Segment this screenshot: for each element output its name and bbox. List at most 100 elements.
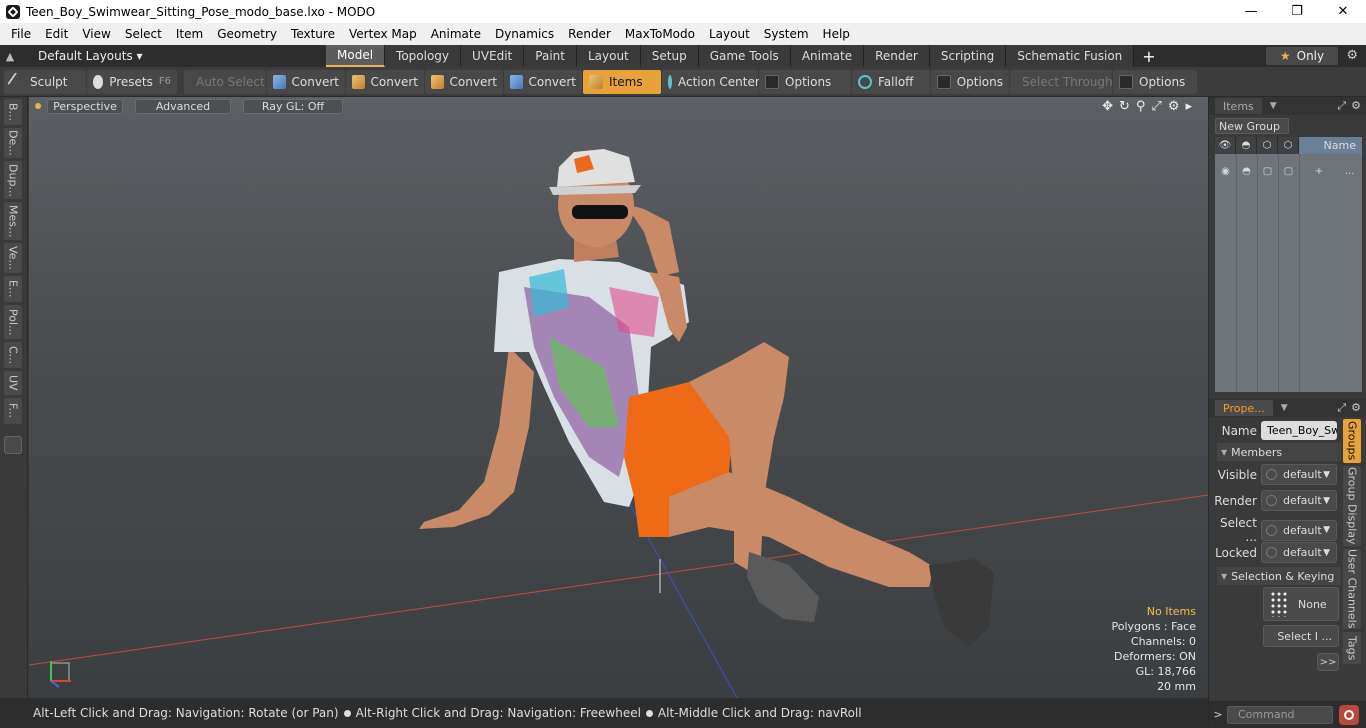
shading-dropdown[interactable]: Advanced	[135, 98, 231, 114]
menu-dynamics[interactable]: Dynamics	[488, 27, 561, 41]
menu-layout[interactable]: Layout	[702, 27, 757, 41]
menu-edit[interactable]: Edit	[38, 27, 75, 41]
command-input[interactable]: Command	[1227, 705, 1333, 724]
vtab-mesh-edit[interactable]: Mes...	[4, 202, 22, 240]
record-icon[interactable]	[1339, 704, 1359, 725]
new-group-button[interactable]: New Group	[1215, 118, 1289, 134]
members-section[interactable]: ▼ Members	[1217, 443, 1341, 461]
maximize-button[interactable]: ❐	[1274, 0, 1320, 23]
gear-icon[interactable]: ⚙	[1346, 48, 1358, 63]
tab-uvedit[interactable]: UVEdit	[461, 45, 525, 67]
tab-tags[interactable]: Tags	[1343, 632, 1361, 664]
tab-scripting[interactable]: Scripting	[929, 45, 1007, 67]
3d-viewport[interactable]: Perspective Advanced Ray GL: Off ✥ ↻ ⚲ ⤢…	[29, 97, 1208, 698]
menu-render[interactable]: Render	[561, 27, 618, 41]
locked-select[interactable]: default ▼	[1261, 542, 1337, 563]
tab-animate[interactable]: Animate	[790, 45, 865, 67]
menu-system[interactable]: System	[757, 27, 816, 41]
list-item[interactable]: ◉ ◓ ▢ ▢ + ...	[1215, 157, 1362, 185]
raygl-toggle[interactable]: Ray GL: Off	[243, 98, 343, 114]
tab-schematic-fusion[interactable]: Schematic Fusion	[1006, 45, 1135, 67]
menu-help[interactable]: Help	[816, 27, 857, 41]
visibility-eye-icon[interactable]: ◉	[1215, 166, 1236, 177]
panel-settings-icon[interactable]: ⚙	[1351, 401, 1361, 415]
add-tab-button[interactable]: +	[1134, 45, 1163, 67]
zoom-view-icon[interactable]: ⚲	[1136, 99, 1146, 114]
tab-setup[interactable]: Setup	[640, 45, 699, 67]
select-through-button[interactable]: Select Through	[1010, 69, 1113, 94]
vtab-fusion[interactable]: F...	[4, 398, 22, 424]
vtab-deform[interactable]: De...	[4, 128, 22, 158]
tab-paint[interactable]: Paint	[524, 45, 577, 67]
tab-user-channels[interactable]: User Channels	[1343, 549, 1361, 629]
panel-settings-icon[interactable]: ⚙	[1351, 99, 1361, 113]
close-button[interactable]: ✕	[1320, 0, 1366, 23]
vtab-basic[interactable]: B...	[4, 99, 22, 125]
items-tab[interactable]: Items	[1215, 98, 1262, 114]
vtab-uv[interactable]: UV	[4, 371, 22, 395]
groups-list[interactable]: 👁 ◓ ⬡ ⬡ Name ◉ ◓ ▢ ▢ + ...	[1215, 137, 1362, 392]
group-name-field[interactable]: Teen_Boy_Sw	[1261, 421, 1337, 440]
action-options-button[interactable]: Options	[759, 69, 851, 94]
falloff-options-button[interactable]: Options	[931, 69, 1009, 94]
lock-icon[interactable]: ⬡	[1257, 137, 1278, 154]
more-button[interactable]: >>	[1317, 653, 1339, 671]
eye-icon[interactable]: 👁	[1215, 137, 1236, 154]
menu-item[interactable]: Item	[169, 27, 210, 41]
move-view-icon[interactable]: ✥	[1102, 99, 1113, 114]
expand-arrow-icon[interactable]: ▸	[1185, 99, 1192, 114]
tab-game-tools[interactable]: Game Tools	[698, 45, 791, 67]
select-toggle-icon[interactable]: ▢	[1278, 166, 1299, 177]
lock-toggle-icon[interactable]: ▢	[1257, 166, 1278, 177]
tab-topology[interactable]: Topology	[385, 45, 462, 67]
convert-vertices-button[interactable]: Convert	[267, 69, 345, 94]
properties-tab[interactable]: Prope...	[1215, 400, 1273, 416]
visible-select[interactable]: default ▼	[1261, 464, 1337, 485]
select-icon[interactable]: ⬡	[1278, 137, 1299, 154]
viewport-settings-icon[interactable]: ⚙	[1168, 99, 1180, 114]
pin-icon[interactable]: ▲	[0, 50, 20, 63]
maximize-panel-icon[interactable]: ⤢	[1337, 99, 1346, 113]
select-items-button[interactable]: Select I ...	[1263, 625, 1339, 647]
falloff-button[interactable]: Falloff	[852, 69, 930, 94]
tab-layout[interactable]: Layout	[576, 45, 641, 67]
auto-select-button[interactable]: Auto Select	[184, 69, 266, 94]
menu-texture[interactable]: Texture	[284, 27, 342, 41]
select-options-button[interactable]: Options	[1113, 69, 1197, 94]
tab-render[interactable]: Render	[864, 45, 930, 67]
fit-view-icon[interactable]: ⤢	[1151, 99, 1161, 114]
more-icon[interactable]: ...	[1339, 166, 1360, 177]
perspective-dropdown[interactable]: Perspective	[47, 98, 123, 114]
minimize-button[interactable]: —	[1228, 0, 1274, 23]
render-icon[interactable]: ◓	[1236, 137, 1257, 154]
presets-button[interactable]: Presets F6	[87, 69, 177, 94]
vtab-curve[interactable]: C...	[4, 342, 22, 368]
vtab-vertex[interactable]: Ve...	[4, 243, 22, 273]
menu-view[interactable]: View	[75, 27, 117, 41]
add-item-icon[interactable]: +	[1299, 166, 1339, 177]
menu-geometry[interactable]: Geometry	[210, 27, 284, 41]
viewport-menu-dot[interactable]	[35, 103, 41, 109]
only-toggle[interactable]: ★ Only	[1266, 47, 1338, 65]
default-layouts-dropdown[interactable]: Default Layouts ▾	[20, 49, 143, 63]
menu-maxtomodo[interactable]: MaxToModo	[618, 27, 702, 41]
convert-polygons-button[interactable]: Convert	[425, 69, 503, 94]
items-mode-button[interactable]: Items	[583, 69, 661, 94]
strip-toggle-button[interactable]	[4, 436, 22, 454]
name-column-header[interactable]: Name	[1299, 137, 1362, 154]
menu-vertex-map[interactable]: Vertex Map	[342, 27, 424, 41]
tab-group-display[interactable]: Group Display	[1343, 466, 1361, 546]
render-toggle-icon[interactable]: ◓	[1236, 166, 1257, 177]
menu-animate[interactable]: Animate	[424, 27, 488, 41]
chevron-down-icon[interactable]: ▼	[1270, 101, 1277, 111]
selectable-select[interactable]: default ▼	[1261, 519, 1337, 541]
select-none-button[interactable]: None	[1263, 587, 1339, 621]
tab-groups[interactable]: Groups	[1343, 419, 1361, 463]
sculpt-button[interactable]: Sculpt	[4, 69, 86, 94]
vtab-polygon[interactable]: Pol...	[4, 305, 22, 339]
chevron-down-icon[interactable]: ▼	[1281, 403, 1288, 413]
action-center-button[interactable]: Action Center	[662, 69, 760, 94]
rotate-view-icon[interactable]: ↻	[1119, 99, 1130, 114]
vtab-edge[interactable]: E...	[4, 276, 22, 302]
convert-materials-button[interactable]: Convert	[504, 69, 582, 94]
